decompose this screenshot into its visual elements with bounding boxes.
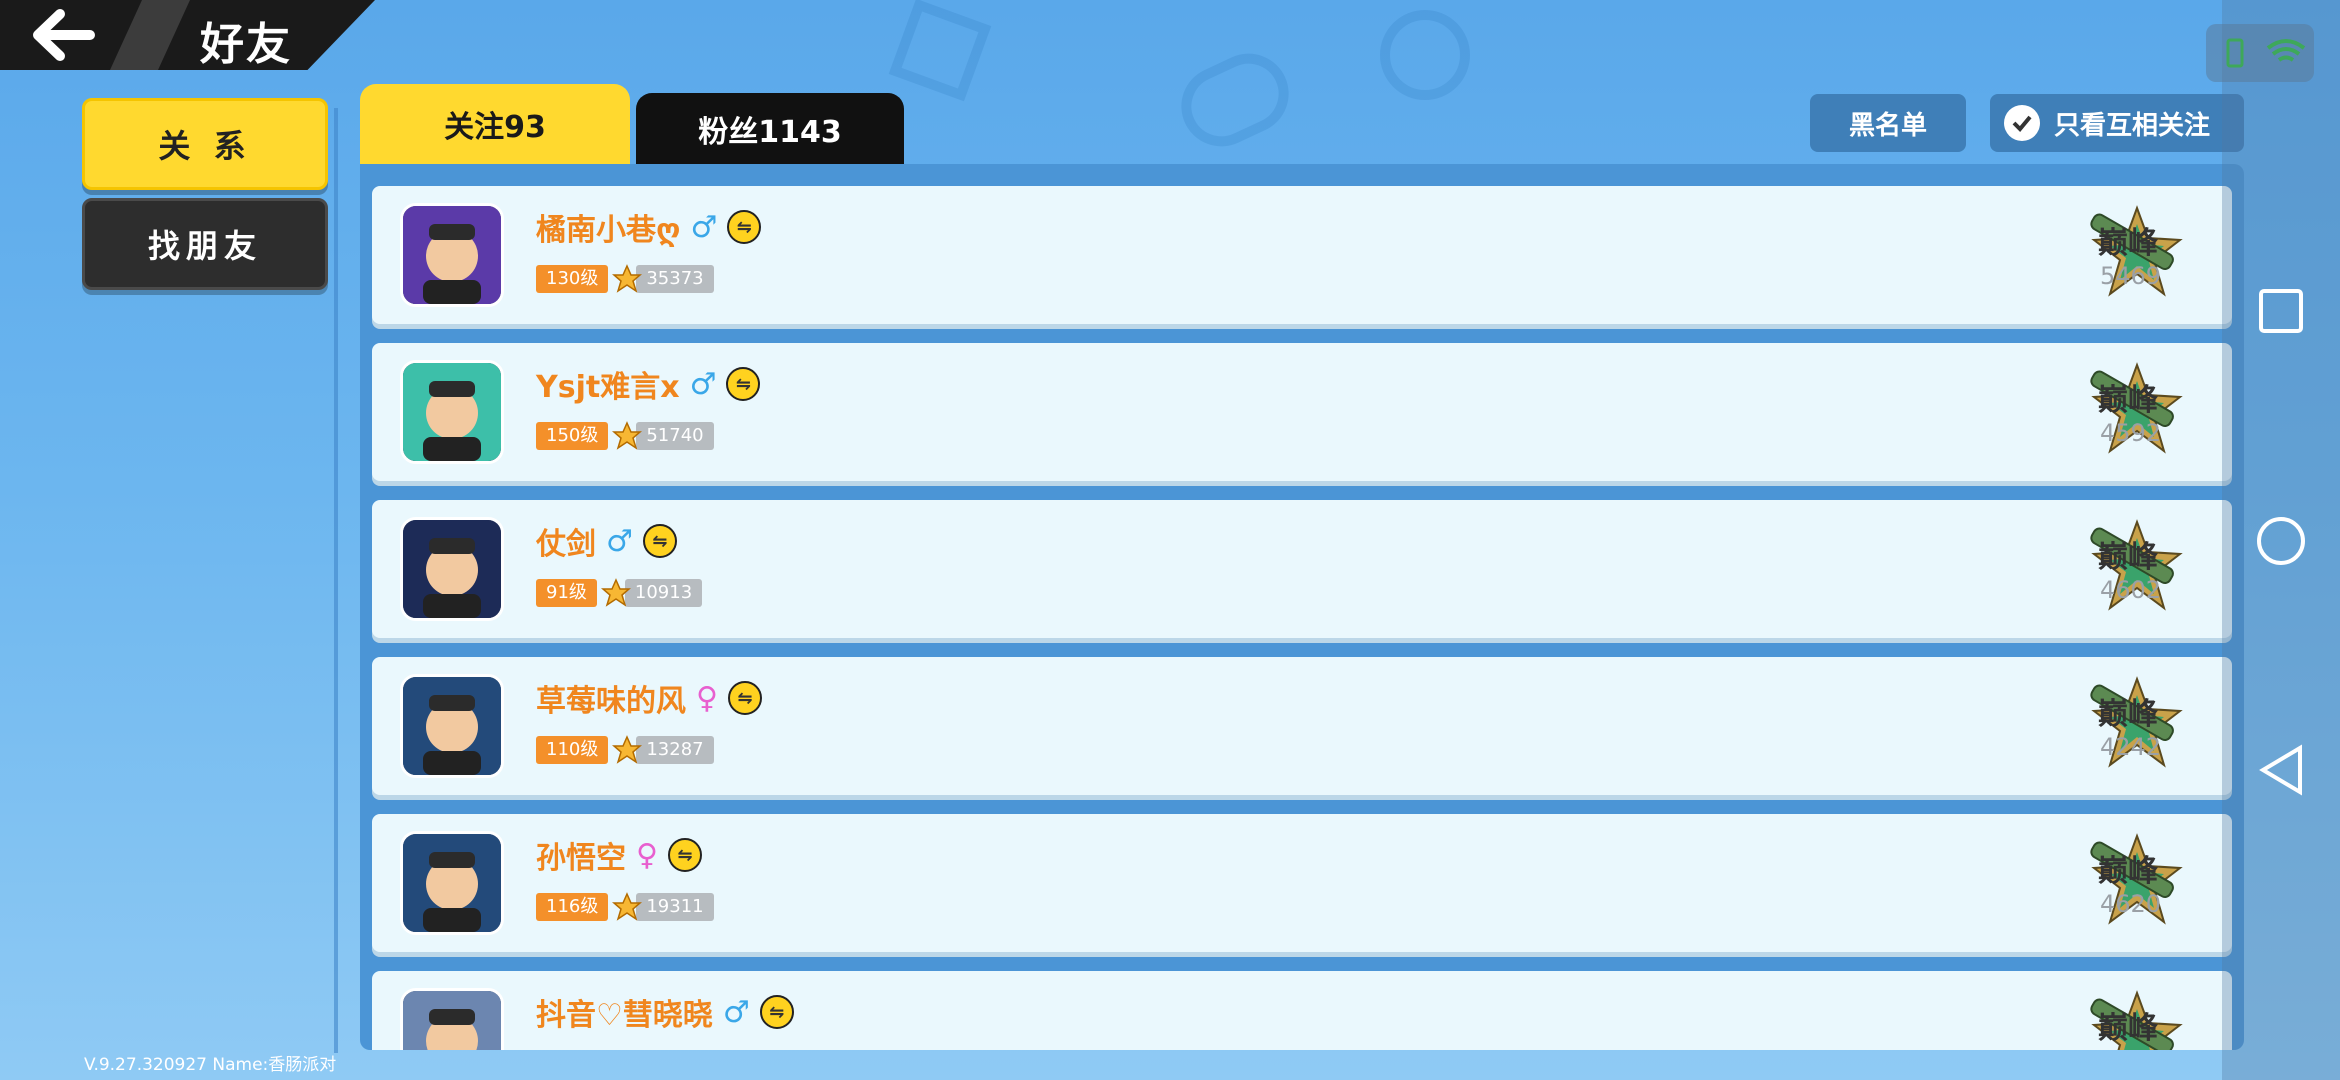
status-indicator bbox=[2206, 24, 2314, 82]
tab-following[interactable]: 关注93 bbox=[360, 84, 630, 164]
rank-points: 5469 bbox=[2100, 262, 2162, 290]
score-badge: 19311 bbox=[636, 893, 714, 921]
friend-meta: 110级 13287 bbox=[536, 735, 714, 765]
circle-icon bbox=[2257, 517, 2305, 565]
female-gender-icon: ♀ bbox=[696, 680, 718, 716]
friend-name: 仗剑 bbox=[536, 527, 596, 562]
star-icon bbox=[600, 578, 631, 607]
score-badge: 51740 bbox=[636, 422, 714, 450]
background-decoration bbox=[1168, 40, 1302, 160]
star-icon bbox=[612, 735, 643, 764]
divider bbox=[334, 108, 338, 1053]
back-system-button[interactable] bbox=[2258, 744, 2304, 800]
mutual-only-label: 只看互相关注 bbox=[2054, 110, 2211, 141]
page-title: 好友 bbox=[200, 19, 292, 70]
friend-name: 草莓味的风 bbox=[536, 684, 686, 719]
rank-title: 巅峰 bbox=[2098, 540, 2158, 575]
rank-title: 巅峰 bbox=[2098, 226, 2158, 261]
avatar[interactable] bbox=[400, 674, 504, 778]
rank-points: 4592 bbox=[2100, 419, 2162, 447]
score-badge: 13287 bbox=[636, 736, 714, 764]
version-text: V.9.27.320927 Name:香肠派对 bbox=[84, 1055, 337, 1075]
friend-name: 抖音♡彗晓晓 bbox=[536, 998, 713, 1033]
star-icon bbox=[612, 892, 643, 921]
friend-meta: 150级 51740 bbox=[536, 421, 714, 451]
friend-card[interactable]: 仗剑 ♂ ⇋ 91级 10913 巅峰 4602 bbox=[372, 500, 2232, 638]
male-gender-icon: ♂ bbox=[722, 994, 750, 1030]
friend-name: Ysjt难言x bbox=[536, 370, 680, 405]
friend-card[interactable]: Ysjt难言x ♂ ⇋ 150级 51740 巅峰 4592 bbox=[372, 343, 2232, 481]
level-badge: 130级 bbox=[536, 265, 609, 293]
rank-points: 4242 bbox=[2100, 733, 2162, 761]
friend-name: 橘南小巷ღ bbox=[536, 213, 681, 248]
blacklist-button[interactable]: 黑名单 bbox=[1810, 94, 1966, 152]
triangle-back-icon bbox=[2259, 744, 2302, 796]
rank-title: 巅峰 bbox=[2098, 854, 2158, 889]
star-icon bbox=[612, 421, 643, 450]
mutual-follow-icon: ⇋ bbox=[726, 367, 761, 401]
friend-card[interactable]: 橘南小巷ღ ♂ ⇋ 130级 35373 巅峰 5469 bbox=[372, 186, 2232, 324]
score-badge: 35373 bbox=[636, 265, 714, 293]
male-gender-icon: ♂ bbox=[690, 209, 718, 245]
friend-meta: 116级 19311 bbox=[536, 892, 714, 922]
rank-title: 巅峰 bbox=[2098, 1011, 2158, 1046]
nav-relations-button[interactable]: 关 系 bbox=[82, 98, 328, 190]
mutual-follow-icon: ⇋ bbox=[667, 838, 702, 872]
rank-title: 巅峰 bbox=[2098, 383, 2158, 418]
male-gender-icon: ♂ bbox=[689, 366, 717, 402]
friend-list[interactable]: 橘南小巷ღ ♂ ⇋ 130级 35373 巅峰 5469 Ysjt难言x ♂ ⇋… bbox=[360, 164, 2244, 1050]
female-gender-icon: ♀ bbox=[636, 837, 658, 873]
rank-points: 4602 bbox=[2100, 576, 2162, 604]
friend-meta: 91级 10913 bbox=[536, 578, 703, 608]
score-badge: 10913 bbox=[624, 579, 703, 607]
friend-card[interactable]: 草莓味的风 ♀ ⇋ 110级 13287 巅峰 4242 bbox=[372, 657, 2232, 795]
check-icon bbox=[2004, 105, 2040, 141]
tab-fans[interactable]: 粉丝1143 bbox=[636, 93, 904, 164]
avatar[interactable] bbox=[400, 831, 504, 935]
level-badge: 91级 bbox=[536, 579, 597, 607]
background-decoration bbox=[1380, 10, 1470, 100]
friend-meta: 130级 35373 bbox=[536, 264, 714, 294]
mutual-follow-icon: ⇋ bbox=[727, 210, 762, 244]
friend-card[interactable]: 抖音♡彗晓晓 ♂ ⇋ 巅峰 bbox=[372, 971, 2232, 1050]
mutual-only-toggle[interactable]: 只看互相关注 bbox=[1990, 94, 2244, 152]
friend-card[interactable]: 孙悟空 ♀ ⇋ 116级 19311 巅峰 4620 bbox=[372, 814, 2232, 952]
home-button[interactable] bbox=[2256, 516, 2306, 570]
level-badge: 116级 bbox=[536, 893, 609, 921]
mutual-follow-icon: ⇋ bbox=[759, 995, 794, 1029]
avatar[interactable] bbox=[400, 988, 504, 1050]
rank-points: 4620 bbox=[2100, 890, 2162, 918]
star-icon bbox=[612, 264, 643, 293]
avatar[interactable] bbox=[400, 360, 504, 464]
avatar[interactable] bbox=[400, 203, 504, 307]
background-decoration bbox=[888, 0, 992, 102]
recent-apps-button[interactable] bbox=[2258, 288, 2304, 338]
mutual-follow-icon: ⇋ bbox=[642, 524, 677, 558]
rank-title: 巅峰 bbox=[2098, 697, 2158, 732]
friend-name: 孙悟空 bbox=[536, 841, 626, 876]
mutual-follow-icon: ⇋ bbox=[727, 681, 762, 715]
level-badge: 150级 bbox=[536, 422, 609, 450]
level-badge: 110级 bbox=[536, 736, 609, 764]
back-button[interactable] bbox=[30, 8, 100, 62]
nav-find-friends-button[interactable]: 找朋友 bbox=[82, 198, 328, 290]
square-icon bbox=[2259, 289, 2303, 333]
avatar[interactable] bbox=[400, 517, 504, 621]
back-arrow-icon bbox=[33, 9, 95, 61]
male-gender-icon: ♂ bbox=[606, 523, 633, 559]
